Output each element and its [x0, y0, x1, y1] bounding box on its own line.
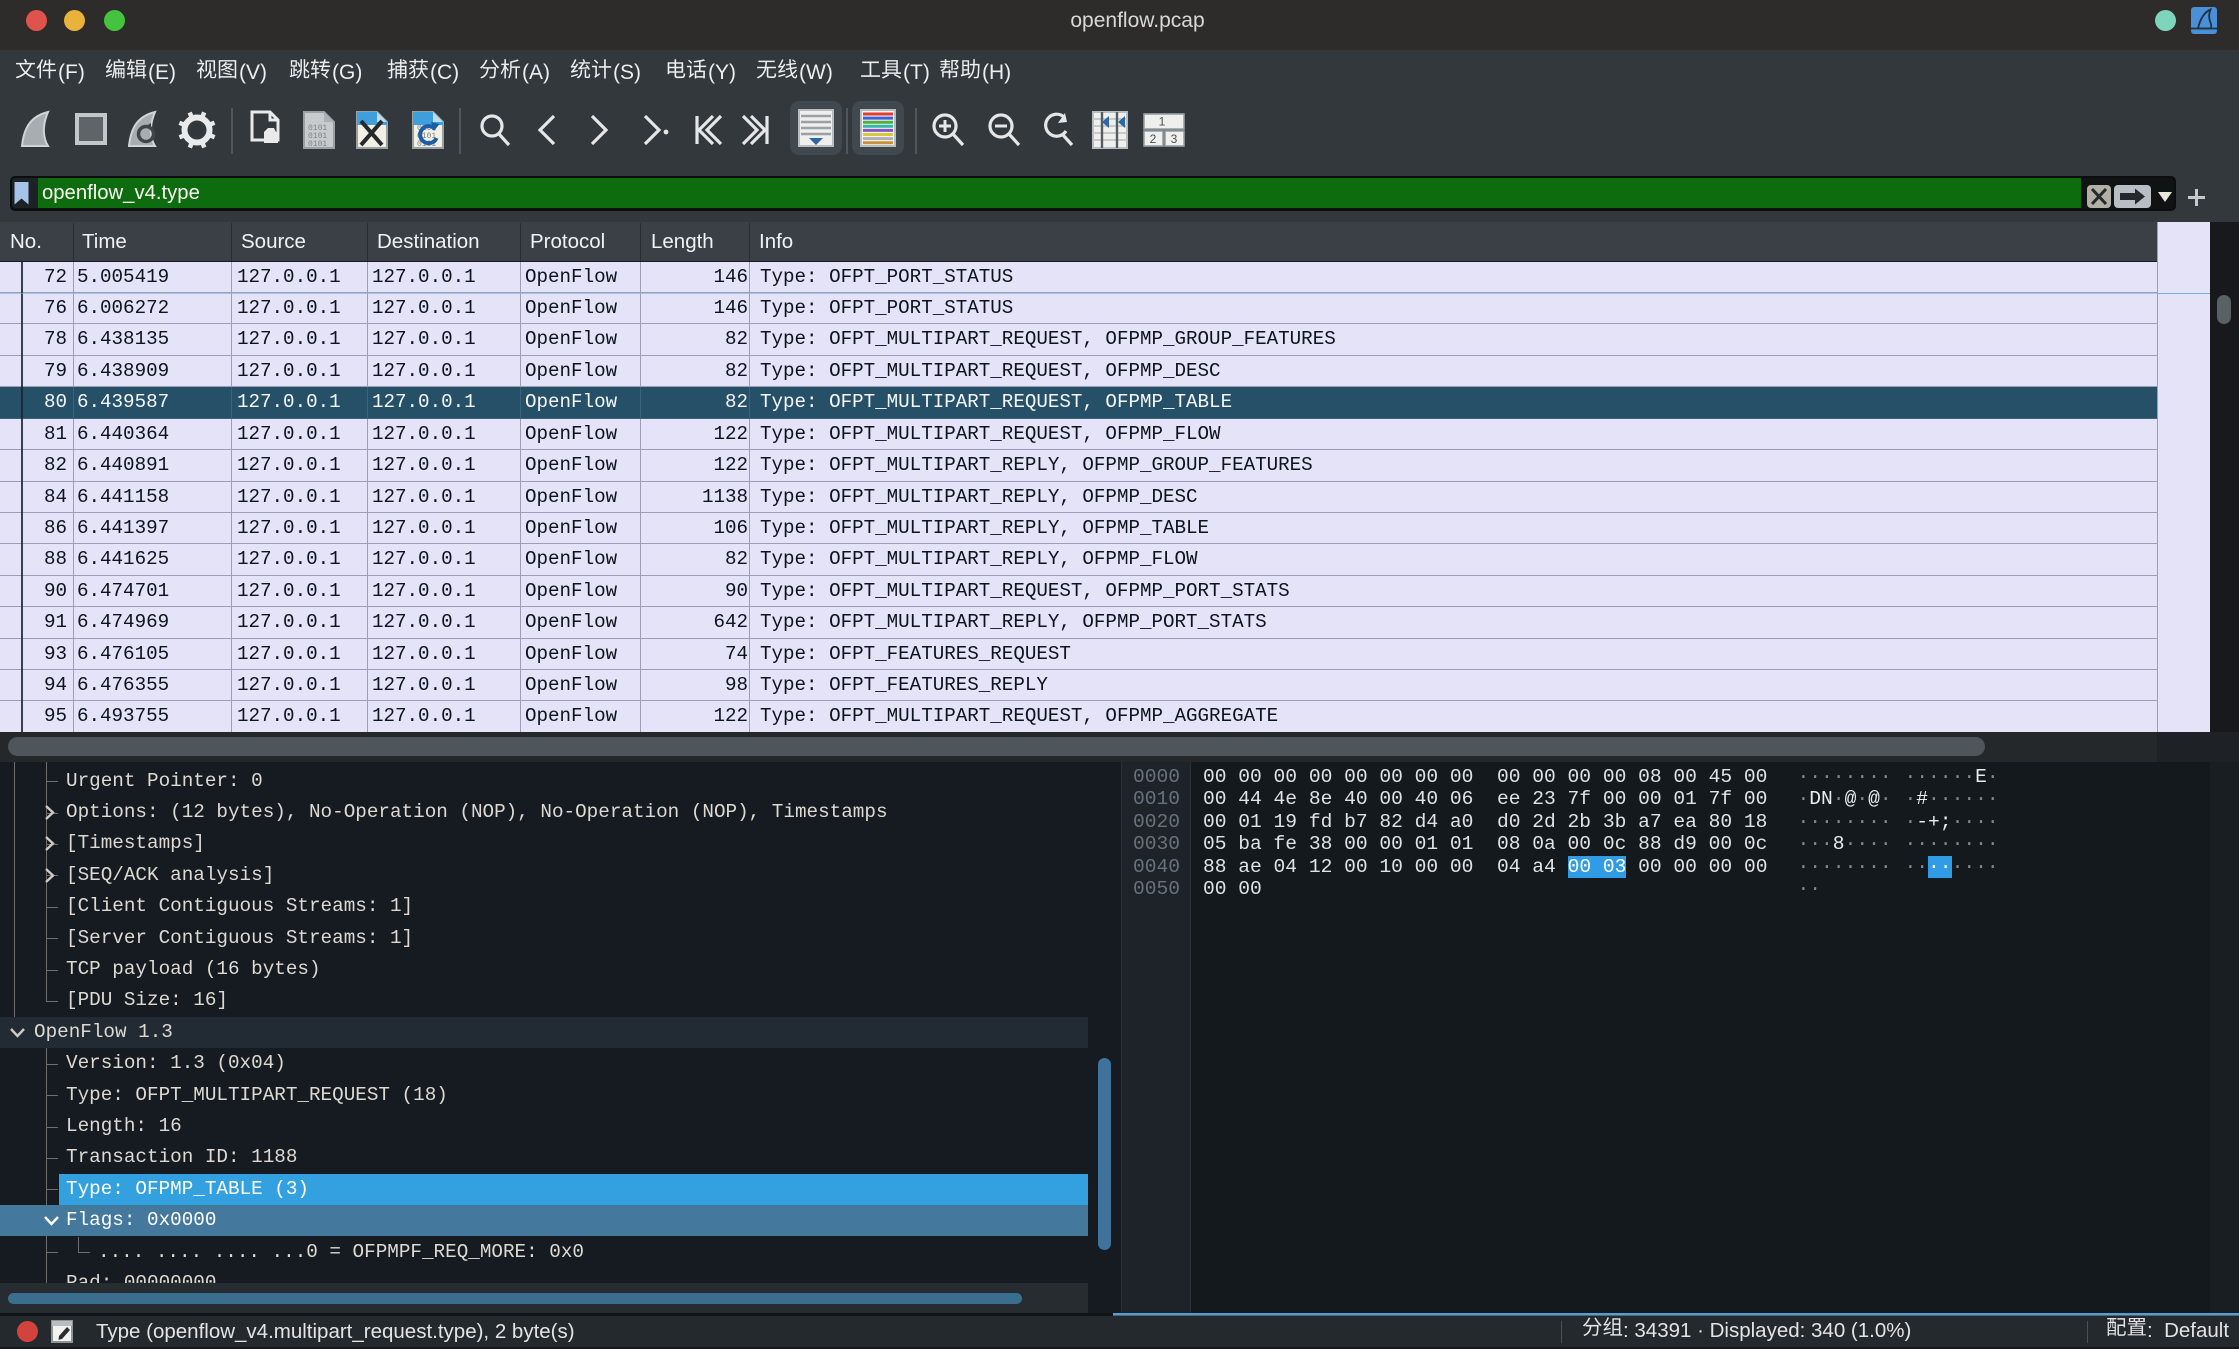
svg-text:0101: 0101: [308, 140, 327, 149]
svg-text:1: 1: [1159, 115, 1166, 129]
svg-text:3: 3: [1171, 132, 1178, 146]
svg-text:2: 2: [1150, 132, 1157, 146]
